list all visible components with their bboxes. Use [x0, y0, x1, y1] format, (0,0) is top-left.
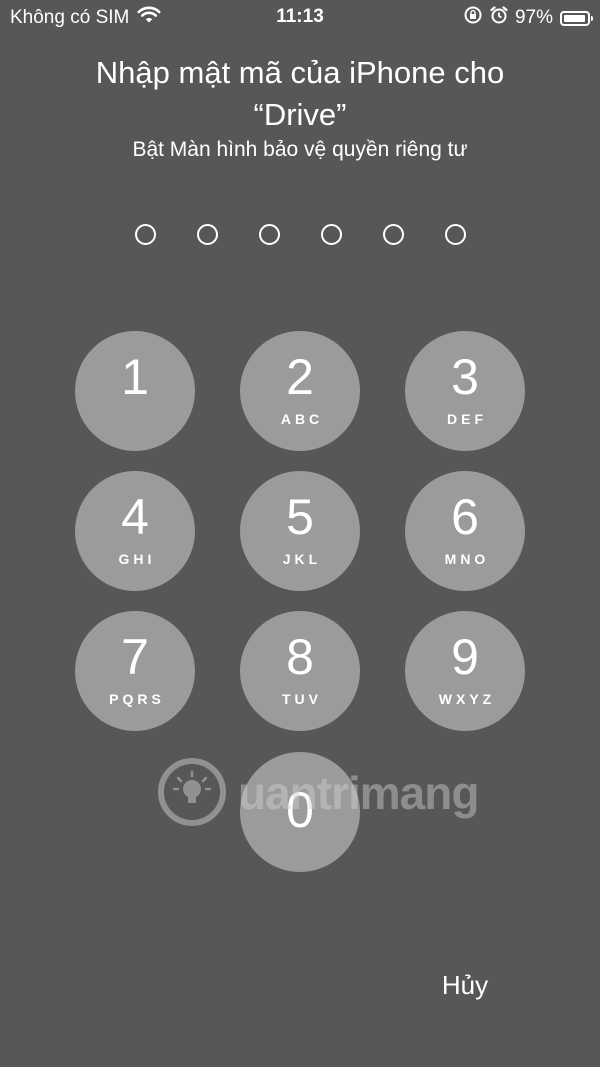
title-line-2: “Drive”: [253, 97, 347, 132]
key-4[interactable]: 4 GHI: [75, 471, 195, 591]
passcode-dot: [445, 224, 466, 245]
passcode-subtitle: Bật Màn hình bảo vệ quyền riêng tư: [132, 138, 468, 161]
key-digit: 2: [286, 349, 314, 405]
key-digit: 9: [451, 629, 479, 685]
key-digit: 4: [121, 489, 149, 545]
key-9[interactable]: 9 WXYZ: [405, 611, 525, 731]
key-1[interactable]: 1: [75, 331, 195, 451]
status-icons: 97%: [463, 5, 593, 31]
key-3[interactable]: 3 DEF: [405, 331, 525, 451]
key-letters: TUV: [282, 691, 322, 707]
key-letters: PQRS: [109, 691, 165, 707]
key-5[interactable]: 5 JKL: [240, 471, 360, 591]
passcode-dot: [259, 224, 280, 245]
status-bar: Không có SIM 11:13 97%: [0, 0, 600, 34]
key-letters: GHI: [118, 551, 156, 567]
cancel-button[interactable]: Hủy: [430, 970, 500, 1001]
key-7[interactable]: 7 PQRS: [75, 611, 195, 731]
key-8[interactable]: 8 TUV: [240, 611, 360, 731]
key-letters: ABC: [280, 411, 324, 427]
key-letters: JKL: [282, 551, 322, 567]
passcode-dot: [321, 224, 342, 245]
key-letters: MNO: [444, 551, 490, 567]
key-2[interactable]: 2 ABC: [240, 331, 360, 451]
key-digit: 1: [121, 349, 149, 405]
key-letters: WXYZ: [438, 691, 496, 707]
lightbulb-logo-icon: [158, 758, 226, 826]
key-0[interactable]: 0: [240, 752, 360, 872]
key-6[interactable]: 6 MNO: [405, 471, 525, 591]
battery-percent: 97%: [514, 7, 553, 28]
key-digit: 8: [286, 629, 314, 685]
passcode-dot: [197, 224, 218, 245]
key-digit: 5: [286, 489, 314, 545]
key-letters: DEF: [447, 411, 487, 427]
battery-icon: [560, 10, 593, 26]
passcode-dot: [135, 224, 156, 245]
key-digit: 7: [121, 629, 149, 685]
key-digit: 3: [451, 349, 479, 405]
rotation-lock-icon: [463, 5, 483, 31]
passcode-dots: [0, 224, 600, 246]
key-digit: 6: [451, 489, 479, 545]
passcode-dot: [383, 224, 404, 245]
title-line-1: Nhập mật mã của iPhone cho: [95, 55, 505, 90]
passcode-title: Nhập mật mã của iPhone cho “Drive”: [40, 52, 560, 136]
alarm-icon: [489, 5, 509, 31]
key-digit: 0: [286, 782, 314, 838]
